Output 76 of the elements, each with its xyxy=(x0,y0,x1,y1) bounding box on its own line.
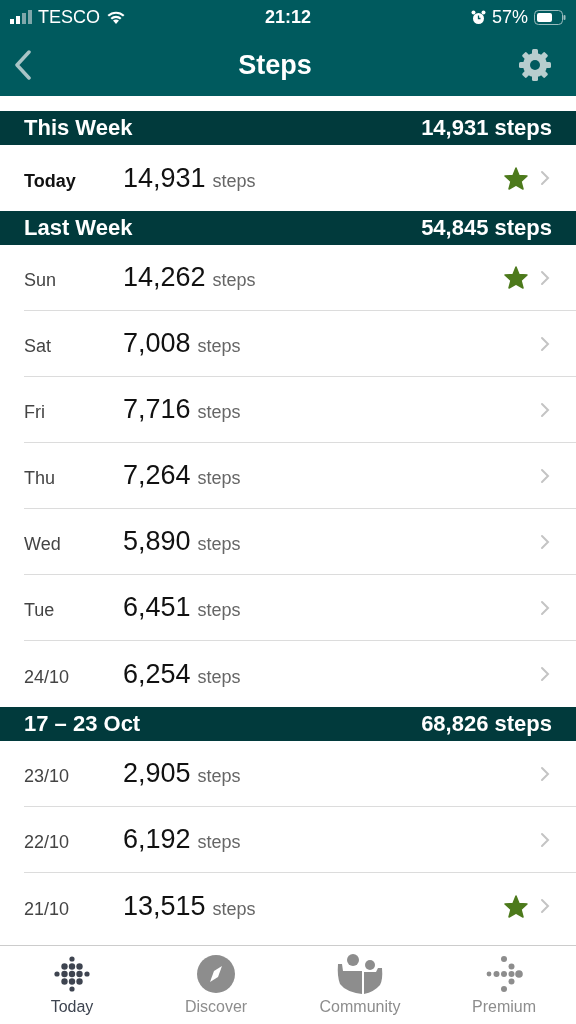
people-icon xyxy=(336,954,384,994)
back-icon[interactable] xyxy=(14,50,32,80)
step-unit: steps xyxy=(197,401,242,423)
step-unit: steps xyxy=(212,169,257,192)
dots-icon xyxy=(52,954,92,994)
day-row[interactable]: Fri 7,716 steps xyxy=(24,377,576,443)
page-title: Steps xyxy=(238,49,312,81)
day-label: Wed xyxy=(24,533,62,555)
step-unit: steps xyxy=(197,467,242,489)
section-total: 14,931 steps xyxy=(421,115,552,141)
day-row[interactable]: Today 14,931 steps xyxy=(24,145,576,211)
day-row[interactable]: 23/10 2,905 steps xyxy=(24,741,576,807)
step-count: 5,890 xyxy=(123,526,191,557)
day-label: Tue xyxy=(24,599,56,621)
step-unit: steps xyxy=(197,335,242,357)
step-count: 7,264 xyxy=(123,460,191,491)
step-unit: steps xyxy=(197,831,242,853)
chevron-icon xyxy=(540,599,550,616)
day-row[interactable]: Sat 7,008 steps xyxy=(24,311,576,377)
step-unit: steps xyxy=(197,765,242,787)
day-label: 21/10 xyxy=(24,897,71,920)
step-count: 6,254 xyxy=(123,658,191,690)
section-title: Last Week xyxy=(24,215,133,241)
day-label: 22/10 xyxy=(24,831,71,853)
settings-icon[interactable] xyxy=(518,48,552,82)
battery-percent: 57% xyxy=(491,6,528,28)
day-label: Thu xyxy=(24,467,57,489)
step-count: 2,905 xyxy=(123,758,191,789)
day-label: Sat xyxy=(24,335,53,357)
chevron-icon xyxy=(540,898,550,914)
step-count: 13,515 xyxy=(123,890,206,922)
day-label: Fri xyxy=(24,401,46,423)
day-row[interactable]: Wed 5,890 steps xyxy=(24,509,576,575)
step-count: 6,451 xyxy=(123,592,191,623)
battery-icon xyxy=(534,9,566,25)
day-label: 24/10 xyxy=(24,665,71,688)
step-count: 14,262 xyxy=(123,262,206,293)
step-count: 6,192 xyxy=(123,824,191,855)
step-count: 7,008 xyxy=(123,328,191,359)
day-row[interactable]: 24/10 6,254 steps xyxy=(24,641,576,707)
day-row[interactable]: 21/10 13,515 steps xyxy=(24,873,576,939)
step-unit: steps xyxy=(197,533,242,555)
chevron-icon xyxy=(540,666,550,682)
day-row[interactable]: Sun 14,262 steps xyxy=(24,245,576,311)
chevron-icon xyxy=(540,467,550,484)
step-unit: steps xyxy=(212,897,257,920)
wifi-icon xyxy=(106,10,126,24)
day-label: Today xyxy=(24,169,77,192)
chevron-icon xyxy=(540,170,550,186)
day-label: 23/10 xyxy=(24,765,71,787)
clock-time: 21:12 xyxy=(265,6,311,28)
compass-icon xyxy=(196,954,236,994)
dots-icon xyxy=(484,954,524,994)
chevron-icon xyxy=(540,401,550,418)
section-total: 68,826 steps xyxy=(421,711,552,737)
step-count: 7,716 xyxy=(123,394,191,425)
carrier-name: TESCO xyxy=(38,6,100,28)
alarm-icon xyxy=(470,9,486,25)
step-unit: steps xyxy=(197,665,242,688)
day-label: Sun xyxy=(24,269,58,291)
step-unit: steps xyxy=(197,599,242,621)
section-title: This Week xyxy=(24,115,133,141)
day-row[interactable]: Tue 6,451 steps xyxy=(24,575,576,641)
day-row[interactable]: Thu 7,264 steps xyxy=(24,443,576,509)
step-unit: steps xyxy=(212,269,257,291)
tab-item[interactable]: Today xyxy=(0,946,144,1024)
section-total: 54,845 steps xyxy=(421,215,552,241)
signal-icon xyxy=(10,10,32,24)
chevron-icon xyxy=(540,765,550,782)
section-title: 17 – 23 Oct xyxy=(24,711,141,737)
chevron-icon xyxy=(540,335,550,352)
chevron-icon xyxy=(540,533,550,550)
day-row[interactable]: 22/10 6,192 steps xyxy=(24,807,576,873)
chevron-icon xyxy=(540,831,550,848)
chevron-icon xyxy=(540,269,550,286)
step-count: 14,931 xyxy=(123,162,206,194)
